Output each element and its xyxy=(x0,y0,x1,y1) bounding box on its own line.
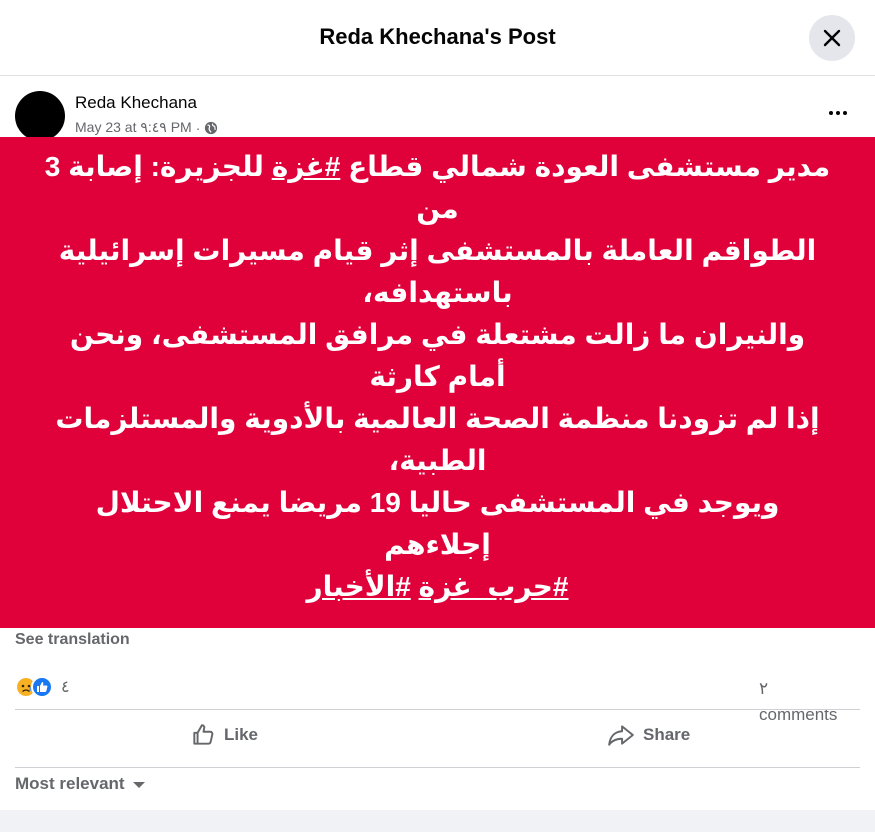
like-button[interactable]: Like xyxy=(190,720,258,750)
post-text: مدير مستشفى العودة شمالي قطاع #غزة للجزي… xyxy=(40,146,835,608)
meta-separator: · xyxy=(195,119,201,136)
sort-label: Most relevant xyxy=(15,774,125,793)
like-icon xyxy=(193,724,214,745)
divider xyxy=(15,767,860,768)
post-text-card: مدير مستشفى العودة شمالي قطاع #غزة للجزي… xyxy=(0,137,875,628)
reactions-summary[interactable]: ٤ xyxy=(15,676,70,698)
dot-icon xyxy=(843,111,847,115)
comments-number: ٢ xyxy=(759,679,769,698)
see-translation-link[interactable]: See translation xyxy=(15,631,130,649)
dialog-title: Reda Khechana's Post xyxy=(319,24,556,49)
comments-count[interactable]: ٢ comments xyxy=(759,676,869,728)
dot-icon xyxy=(829,111,833,115)
comment-sort-dropdown[interactable]: Most relevant xyxy=(15,774,145,794)
chevron-down-icon xyxy=(132,782,145,788)
close-button[interactable] xyxy=(809,15,855,61)
post-text-line: مدير مستشفى العودة شمالي قطاع #غزة للجزي… xyxy=(40,146,835,230)
comments-area-edge xyxy=(0,810,875,832)
dialog-header: Reda Khechana's Post xyxy=(0,0,875,76)
like-label: Like xyxy=(224,725,259,744)
share-label: Share xyxy=(643,725,691,744)
close-icon xyxy=(823,29,841,47)
post-text-line: والنيران ما زالت مشتعلة في مرافق المستشف… xyxy=(69,318,806,392)
divider xyxy=(15,709,860,710)
post-header: Reda Khechana May 23 at ٩:٤٩ PM · xyxy=(0,77,875,141)
more-options-button[interactable] xyxy=(822,103,854,123)
post-text-line: الطواقم العاملة بالمستشفى إثر قيام مسيرا… xyxy=(58,234,817,308)
share-icon xyxy=(608,725,634,746)
post-timestamp[interactable]: May 23 at ٩:٤٩ PM xyxy=(75,119,192,136)
avatar[interactable] xyxy=(15,91,65,141)
reaction-count: ٤ xyxy=(61,679,70,696)
post-text-line: ويوجد في المستشفى حاليا 19 مريضا يمنع ال… xyxy=(95,486,780,560)
hashtag-link[interactable]: #غزة xyxy=(272,151,341,182)
author-name[interactable]: Reda Khechana xyxy=(75,93,197,113)
post-text-line: إذا لم تزودنا منظمة الصحة العالمية بالأد… xyxy=(55,402,820,476)
hashtag-link[interactable]: #حرب_غزة xyxy=(419,571,569,602)
globe-icon xyxy=(205,121,218,134)
post-meta: May 23 at ٩:٤٩ PM · xyxy=(75,119,218,136)
post-text-line: #حرب_غزة #الأخبار xyxy=(40,566,835,608)
comments-label: comments xyxy=(759,705,838,724)
hashtag-link[interactable]: #الأخبار xyxy=(307,571,411,602)
like-icon xyxy=(31,676,53,698)
dot-icon xyxy=(836,111,840,115)
post-text-segment: مدير مستشفى العودة شمالي قطاع xyxy=(348,150,831,182)
share-button[interactable]: Share xyxy=(607,720,690,750)
